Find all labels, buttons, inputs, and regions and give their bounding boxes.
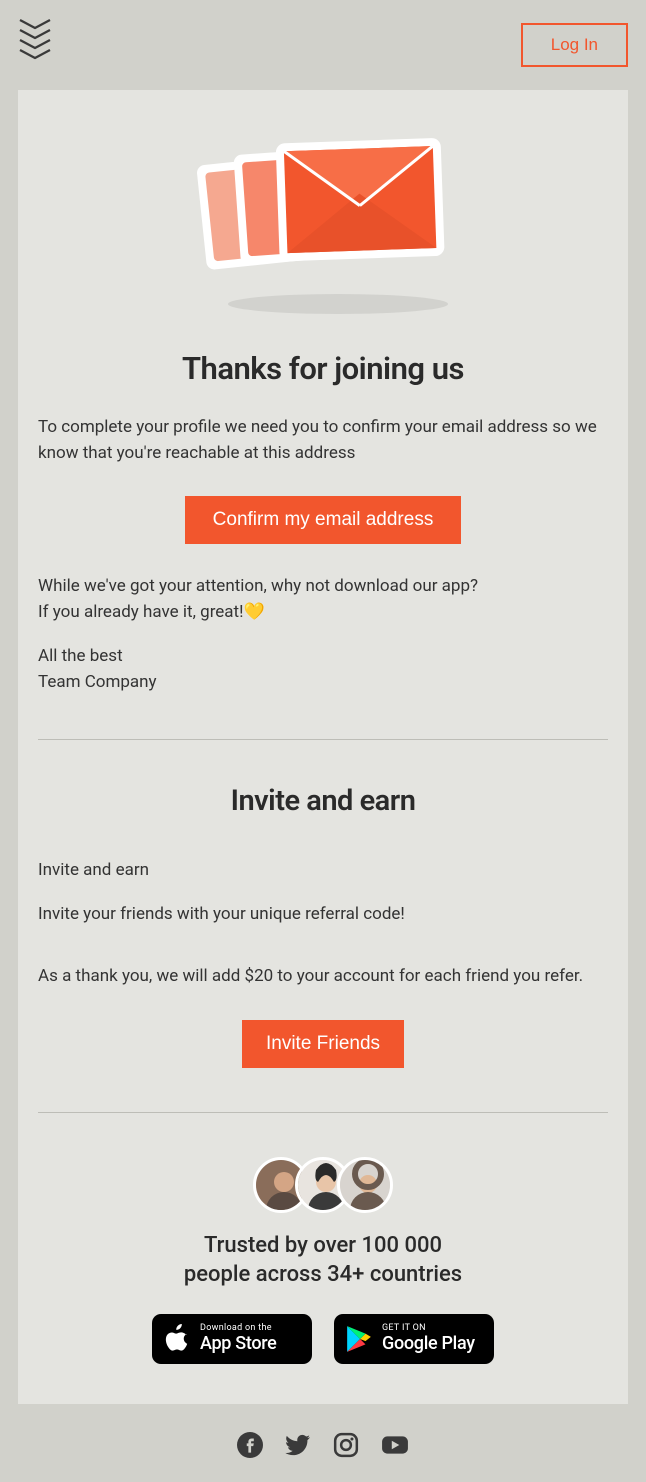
- invite-friends-button[interactable]: Invite Friends: [242, 1020, 404, 1068]
- google-play-small: GET IT ON: [382, 1323, 475, 1333]
- google-play-button[interactable]: GET IT ON Google Play: [334, 1314, 494, 1364]
- invite-heading: Invite and earn: [38, 784, 608, 818]
- signoff-text: All the best Team Company: [38, 644, 608, 695]
- social-links: [0, 1404, 646, 1482]
- app-store-big: App Store: [200, 1333, 277, 1354]
- google-play-big: Google Play: [382, 1333, 475, 1354]
- avatar: [337, 1157, 393, 1213]
- divider: [38, 739, 608, 740]
- app-store-button[interactable]: Download on the App Store: [152, 1314, 312, 1364]
- app-store-small: Download on the: [200, 1323, 277, 1333]
- intro-text: To complete your profile we need you to …: [38, 415, 608, 466]
- apple-icon: [164, 1324, 190, 1354]
- envelope-illustration: [183, 120, 463, 320]
- main-heading: Thanks for joining us: [38, 350, 608, 387]
- divider: [38, 1112, 608, 1113]
- youtube-icon[interactable]: [381, 1432, 409, 1462]
- invite-body1: Invite your friends with your unique ref…: [38, 902, 608, 928]
- google-play-icon: [346, 1325, 372, 1353]
- instagram-icon[interactable]: [333, 1432, 359, 1462]
- trusted-text: Trusted by over 100 000 people across 34…: [38, 1231, 608, 1290]
- avatars: [38, 1157, 608, 1213]
- twitter-icon[interactable]: [285, 1432, 311, 1462]
- email-card: Thanks for joining us To complete your p…: [18, 90, 628, 1404]
- invite-body2: As a thank you, we will add $20 to your …: [38, 964, 608, 990]
- invite-sub: Invite and earn: [38, 858, 608, 884]
- attention-text: While we've got your attention, why not …: [38, 574, 608, 625]
- facebook-icon[interactable]: [237, 1432, 263, 1462]
- header: Log In: [0, 0, 646, 90]
- app-store-buttons: Download on the App Store GET IT ON Goog…: [38, 1314, 608, 1364]
- logo[interactable]: [18, 18, 52, 72]
- login-button[interactable]: Log In: [521, 23, 628, 67]
- confirm-email-button[interactable]: Confirm my email address: [185, 496, 462, 544]
